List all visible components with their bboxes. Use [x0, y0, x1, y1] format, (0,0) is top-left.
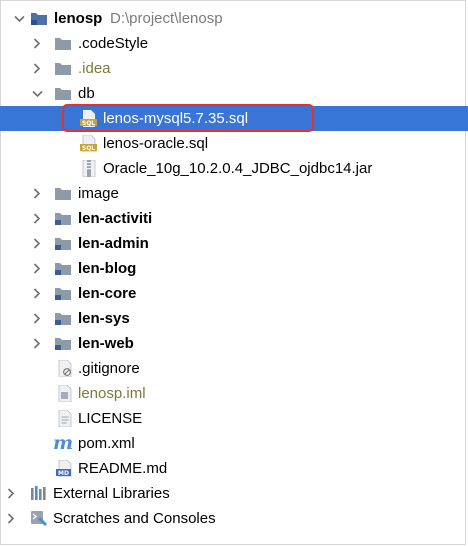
module-folder-icon	[54, 210, 72, 227]
chevron-right-icon[interactable]	[30, 306, 44, 331]
tree-row-module[interactable]: len-core	[0, 281, 468, 306]
file-label: .gitignore	[78, 360, 140, 377]
module-folder-icon	[54, 310, 72, 327]
folder-icon	[54, 35, 72, 52]
tree-row-gitignore[interactable]: .gitignore	[0, 356, 468, 381]
tree-row-readme[interactable]: MD README.md	[0, 456, 468, 481]
tree-row-codestyle[interactable]: .codeStyle	[0, 31, 468, 56]
file-label: lenos-oracle.sql	[103, 135, 209, 152]
module-label: len-blog	[78, 260, 137, 277]
library-icon	[30, 485, 48, 502]
iml-file-icon	[56, 385, 74, 402]
chevron-right-icon[interactable]	[30, 281, 44, 306]
chevron-right-icon[interactable]	[30, 56, 44, 81]
sql-file-icon: SQL	[80, 135, 98, 152]
scratches-icon	[30, 510, 48, 527]
module-folder-icon	[54, 260, 72, 277]
tree-row-image[interactable]: image	[0, 181, 468, 206]
tree-row-module[interactable]: len-web	[0, 331, 468, 356]
tree-row-root[interactable]: lenosp D:\project\lenosp	[0, 6, 468, 31]
folder-label: image	[78, 185, 119, 202]
module-label: len-core	[78, 285, 137, 302]
tree-row-iml[interactable]: lenosp.iml	[0, 381, 468, 406]
text-file-icon	[56, 410, 74, 427]
module-label: len-sys	[78, 310, 130, 327]
chevron-right-icon[interactable]	[4, 506, 18, 531]
chevron-right-icon[interactable]	[30, 331, 44, 356]
chevron-right-icon[interactable]	[30, 31, 44, 56]
folder-label: db	[78, 85, 95, 102]
tree-row-oracle-sql[interactable]: SQL lenos-oracle.sql	[0, 131, 468, 156]
tree-row-module[interactable]: len-admin	[0, 231, 468, 256]
tree-row-scratches[interactable]: Scratches and Consoles	[0, 506, 468, 531]
folder-label: .codeStyle	[78, 35, 149, 52]
tree-row-module[interactable]: len-blog	[0, 256, 468, 281]
chevron-down-icon[interactable]	[12, 6, 26, 31]
ignore-file-icon	[56, 360, 74, 377]
module-folder-icon	[54, 335, 72, 352]
folder-icon	[54, 185, 72, 202]
jar-file-icon	[80, 160, 98, 177]
svg-text:SQL: SQL	[82, 120, 95, 127]
tree-row-license[interactable]: LICENSE	[0, 406, 468, 431]
folder-label: .idea	[78, 60, 111, 77]
module-label: len-web	[78, 335, 134, 352]
project-name: lenosp	[54, 10, 103, 27]
folder-icon	[54, 85, 72, 102]
svg-text:SQL: SQL	[82, 145, 95, 152]
sql-file-icon: SQL	[80, 110, 98, 127]
markdown-file-icon: MD	[56, 460, 74, 477]
chevron-down-icon[interactable]	[30, 81, 44, 106]
project-tree: lenosp D:\project\lenosp .codeStyle .ide…	[0, 6, 468, 531]
chevron-right-icon[interactable]	[30, 256, 44, 281]
external-libraries-label: External Libraries	[53, 485, 170, 502]
chevron-right-icon[interactable]	[30, 231, 44, 256]
chevron-right-icon[interactable]	[4, 481, 18, 506]
tree-row-db[interactable]: db	[0, 81, 468, 106]
svg-text:MD: MD	[58, 470, 69, 477]
tree-row-external-libraries[interactable]: External Libraries	[0, 481, 468, 506]
file-label: lenos-mysql5.7.35.sql	[103, 110, 249, 127]
project-path: D:\project\lenosp	[110, 10, 223, 27]
scratches-label: Scratches and Consoles	[53, 510, 216, 527]
folder-icon	[54, 60, 72, 77]
tree-row-mysql-sql[interactable]: SQL lenos-mysql5.7.35.sql	[0, 104, 468, 132]
module-label: len-activiti	[78, 210, 153, 227]
tree-row-module[interactable]: len-sys	[0, 306, 468, 331]
module-folder-icon	[54, 285, 72, 302]
tree-row-idea[interactable]: .idea	[0, 56, 468, 81]
chevron-right-icon[interactable]	[30, 181, 44, 206]
tree-row-jar[interactable]: Oracle_10g_10.2.0.4_JDBC_ojdbc14.jar	[0, 156, 468, 181]
file-label: pom.xml	[78, 435, 135, 452]
file-label: lenosp.iml	[78, 385, 146, 402]
file-label: LICENSE	[78, 410, 143, 427]
tree-row-pom[interactable]: m pom.xml	[0, 431, 468, 456]
file-label: README.md	[78, 460, 168, 477]
tree-row-module[interactable]: len-activiti	[0, 206, 468, 231]
module-label: len-admin	[78, 235, 149, 252]
file-label: Oracle_10g_10.2.0.4_JDBC_ojdbc14.jar	[103, 160, 373, 177]
chevron-right-icon[interactable]	[30, 206, 44, 231]
module-folder-icon	[54, 235, 72, 252]
module-folder-icon	[30, 10, 48, 27]
maven-icon: m	[52, 432, 74, 454]
